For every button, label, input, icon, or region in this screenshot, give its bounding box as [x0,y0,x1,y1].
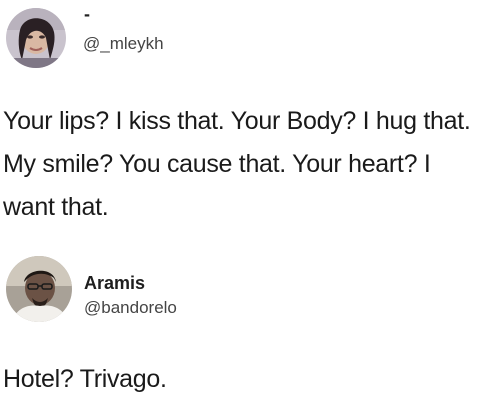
avatar[interactable] [6,8,66,68]
avatar[interactable] [6,256,72,322]
avatar-photo-icon [6,256,72,322]
tweet-text: Hotel? Trivago. [3,365,167,393]
user-handle[interactable]: @bandorelo [84,298,177,318]
user-handle[interactable]: @_mleykh [83,34,164,54]
avatar-photo-icon [6,8,66,68]
display-name[interactable]: - [84,4,90,24]
display-name[interactable]: Aramis [84,273,145,293]
tweet-text: Your lips? I kiss that. Your Body? I hug… [3,107,471,221]
